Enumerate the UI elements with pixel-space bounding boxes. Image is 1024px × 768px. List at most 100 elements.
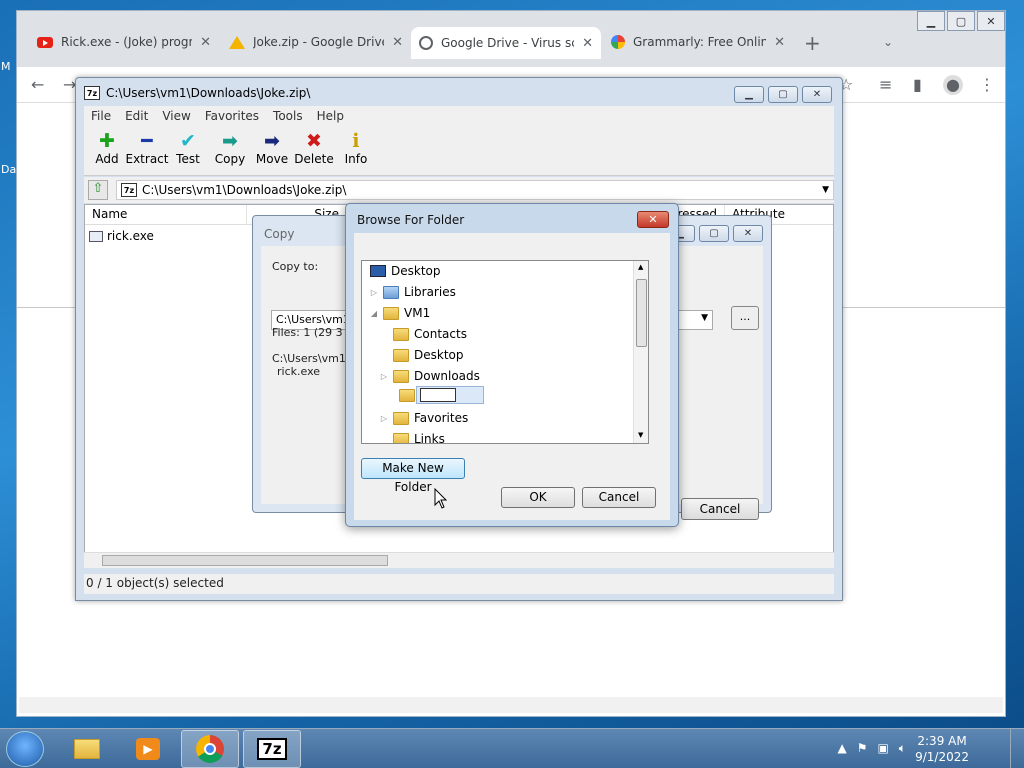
menu-tools[interactable]: Tools — [266, 109, 310, 123]
files-info: Files: 1 (29 3 — [272, 326, 343, 339]
info-icon: ℹ — [352, 130, 360, 152]
maximize-button[interactable]: ▢ — [947, 11, 975, 31]
tree-item-vm1[interactable]: ◢ VM1 — [370, 303, 430, 323]
delete-button[interactable]: ✖ Delete — [291, 130, 337, 166]
vertical-scrollbar[interactable]: ▲ ▼ — [633, 261, 648, 443]
tree-label: VM1 — [404, 306, 431, 320]
tree-label: Libraries — [404, 285, 456, 299]
profile-icon[interactable]: ● — [943, 75, 963, 95]
test-icon: ✔ — [180, 130, 196, 152]
tree-item-libraries[interactable]: ▷ Libraries — [370, 282, 456, 302]
scroll-up-icon[interactable]: ▲ — [638, 263, 643, 271]
folder-tree[interactable]: Desktop ▷ Libraries ◢ VM1 Contacts Deskt… — [361, 260, 649, 444]
minimize-button[interactable]: ▁ — [734, 86, 764, 103]
tool-label: Test — [176, 152, 200, 166]
new-folder-name-input[interactable] — [420, 388, 456, 402]
clock-time: 2:39 AM — [917, 734, 967, 748]
close-button[interactable]: ✕ — [802, 86, 832, 103]
menu-view[interactable]: View — [155, 109, 197, 123]
move-button[interactable]: ➡ Move — [249, 130, 295, 166]
path-text: C:\Users\vm1\ — [272, 352, 350, 365]
tab-grammarly[interactable]: Grammarly: Free Online ✕ — [603, 27, 793, 57]
side-panel-icon[interactable]: ▮ — [913, 75, 922, 94]
tree-item-downloads[interactable]: ▷ Downloads — [380, 366, 480, 386]
user-folder-icon — [383, 306, 399, 320]
expand-arrow-icon[interactable]: ▷ — [380, 372, 388, 381]
explorer-taskbar-button[interactable] — [58, 730, 116, 768]
tree-item-desktop[interactable]: Desktop — [370, 261, 441, 281]
action-center-icon[interactable]: ⚑ — [857, 741, 868, 756]
libraries-icon — [383, 285, 399, 299]
tab-rick[interactable]: Rick.exe - (Joke) progra ✕ — [29, 27, 219, 57]
menu-help[interactable]: Help — [310, 109, 351, 123]
test-button[interactable]: ✔ Test — [165, 130, 211, 166]
menu-edit[interactable]: Edit — [118, 109, 155, 123]
scroll-down-icon[interactable]: ▼ — [638, 431, 643, 439]
make-new-folder-button[interactable]: Make New Folder — [361, 458, 465, 494]
collapse-arrow-icon[interactable]: ◢ — [370, 309, 378, 318]
expand-arrow-icon[interactable]: ▷ — [380, 414, 388, 423]
tab-joke-zip[interactable]: Joke.zip - Google Drive ✕ — [221, 27, 411, 57]
expand-arrow-icon[interactable]: ▷ — [370, 288, 378, 297]
window-controls: ▁ ▢ ✕ — [915, 11, 1005, 31]
extract-button[interactable]: ━ Extract — [124, 130, 170, 166]
close-button[interactable]: ✕ — [977, 11, 1005, 31]
tree-item-contacts[interactable]: Contacts — [393, 324, 467, 344]
menu-favorites[interactable]: Favorites — [198, 109, 266, 123]
copy-button[interactable]: ➡ Copy — [207, 130, 253, 166]
menu-file[interactable]: File — [84, 109, 118, 123]
dropdown-arrow-icon[interactable]: ▼ — [701, 313, 708, 323]
network-icon[interactable]: ▣ — [877, 741, 888, 756]
maximize-button[interactable]: ▢ — [699, 225, 729, 242]
start-button[interactable] — [6, 731, 44, 767]
cancel-button[interactable]: Cancel — [681, 498, 759, 520]
horizontal-scrollbar[interactable] — [19, 697, 1003, 713]
scroll-thumb[interactable] — [636, 279, 647, 347]
scroll-thumb[interactable] — [102, 555, 388, 566]
reading-list-icon[interactable]: ≡ — [879, 75, 892, 94]
horizontal-scrollbar[interactable] — [84, 552, 834, 568]
column-name[interactable]: Name — [85, 205, 247, 224]
close-button[interactable]: ✕ — [637, 211, 669, 228]
tool-label: Extract — [125, 152, 169, 166]
address-bar: ⇧ 7z C:\Users\vm1\Downloads\Joke.zip\ ▼ — [84, 177, 834, 203]
tree-item-desktop-folder[interactable]: Desktop — [393, 345, 464, 365]
tab-search-icon[interactable]: ⌄ — [883, 35, 893, 49]
info-button[interactable]: ℹ Info — [333, 130, 379, 166]
maximize-button[interactable]: ▢ — [768, 86, 798, 103]
desktop-icon-label[interactable]: Da — [1, 163, 16, 176]
folder-icon — [399, 389, 415, 402]
7zip-icon: 7z — [121, 183, 137, 197]
back-icon[interactable]: ← — [31, 75, 44, 94]
chrome-taskbar-button[interactable] — [181, 730, 239, 768]
close-icon[interactable]: ✕ — [582, 36, 593, 51]
new-folder-item[interactable] — [399, 386, 484, 404]
up-folder-icon[interactable]: ⇧ — [88, 180, 108, 200]
volume-icon[interactable]: 🔈︎ — [899, 741, 906, 756]
close-icon[interactable]: ✕ — [200, 35, 211, 50]
media-player-taskbar-button[interactable]: ▶ — [119, 730, 177, 768]
ok-button[interactable]: OK — [501, 487, 575, 508]
show-hidden-icons-icon[interactable]: ▲ — [837, 741, 846, 756]
browse-button[interactable]: ... — [731, 306, 759, 330]
new-tab-button[interactable]: + — [804, 31, 821, 55]
globe-icon — [419, 36, 433, 50]
tree-item-links[interactable]: Links — [393, 429, 445, 443]
menu-dots-icon[interactable]: ⋮ — [979, 75, 995, 94]
close-icon[interactable]: ✕ — [774, 35, 785, 50]
minimize-button[interactable]: ▁ — [917, 11, 945, 31]
dropdown-arrow-icon[interactable]: ▼ — [822, 185, 833, 195]
address-input[interactable]: 7z C:\Users\vm1\Downloads\Joke.zip\ ▼ — [116, 180, 834, 200]
desktop-icon-label[interactable]: M — [1, 60, 11, 73]
cancel-button[interactable]: Cancel — [582, 487, 656, 508]
table-row[interactable]: rick.exe — [89, 229, 154, 243]
close-button[interactable]: ✕ — [733, 225, 763, 242]
tree-item-favorites[interactable]: ▷ Favorites — [380, 408, 468, 428]
show-desktop-button[interactable] — [1010, 729, 1024, 768]
tree-label: Desktop — [391, 264, 441, 278]
7zip-taskbar-button[interactable]: 7z — [243, 730, 301, 768]
close-icon[interactable]: ✕ — [392, 35, 403, 50]
tab-virus-scan[interactable]: Google Drive - Virus sca ✕ — [411, 27, 601, 59]
dialog-title: Browse For Folder — [357, 213, 465, 227]
clock[interactable]: 2:39 AM 9/1/2022 — [915, 733, 969, 765]
